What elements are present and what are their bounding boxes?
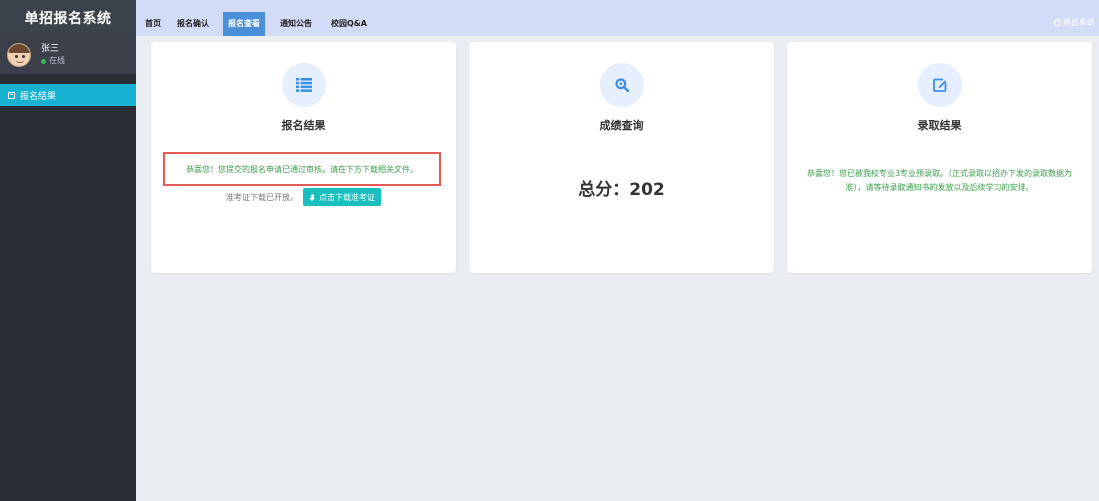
download-icon [309, 193, 316, 201]
sidebar-item-registration-result[interactable]: 报名结果 [0, 84, 136, 106]
download-ticket-button[interactable]: 点击下载准考证 [303, 188, 381, 206]
nav-item-confirm[interactable]: 报名确认 [177, 18, 209, 29]
top-nav: 首页 报名确认 报名查看 通知公告 校园Q&A 退出系统 [136, 0, 1099, 36]
user-status: 在线 [41, 55, 65, 67]
card-title: 成绩查询 [599, 119, 644, 132]
user-status-label: 在线 [49, 56, 65, 65]
logout-button[interactable]: 退出系统 [1054, 17, 1095, 28]
app-title: 单招报名系统 [0, 0, 136, 36]
nav-item-home[interactable]: 首页 [145, 18, 161, 29]
approval-message: 恭喜您！您提交的报名申请已通过审核。请在下方下载相关文件。 [163, 152, 441, 186]
sidebar-item-label: 报名结果 [20, 91, 57, 102]
card-title: 录取结果 [917, 119, 962, 132]
search-icon [599, 63, 644, 107]
logout-label: 退出系统 [1063, 18, 1095, 27]
admission-message: 恭喜您！您已被我校专业3专业预录取。（正式录取以招办下发的录取数据为准），请等待… [806, 169, 1073, 192]
score-card: 成绩查询 总分：202 [469, 42, 774, 273]
nav-item-view[interactable]: 报名查看 [223, 12, 265, 36]
user-name: 张三 [41, 44, 60, 54]
user-panel: 张三 在线 [0, 36, 136, 74]
download-ticket-label: 点击下载准考证 [319, 192, 375, 202]
admission-result-card: 录取结果 恭喜您！您已被我校专业3专业预录取。（正式录取以招办下发的录取数据为准… [787, 42, 1092, 273]
total-score: 总分：202 [578, 180, 665, 200]
list-icon [281, 63, 326, 107]
registration-result-card: 报名结果 恭喜您！您提交的报名申请已通过审核。请在下方下载相关文件。 准考证下载… [151, 42, 456, 273]
form-icon [8, 91, 15, 99]
nav-item-notices[interactable]: 通知公告 [280, 18, 312, 29]
power-icon [1054, 17, 1061, 26]
online-status-dot-icon [41, 58, 46, 64]
ticket-row: 准考证下载已开放。 点击下载准考证 [151, 188, 456, 206]
sidebar: 单招报名系统 张三 在线 报名结果 [0, 0, 136, 501]
user-info: 张三 在线 [41, 43, 65, 67]
avatar [7, 43, 31, 67]
ticket-note: 准考证下载已开放。 [226, 192, 298, 202]
nav-item-qa[interactable]: 校园Q&A [331, 18, 367, 29]
edit-icon [917, 63, 962, 107]
card-title: 报名结果 [281, 119, 326, 132]
